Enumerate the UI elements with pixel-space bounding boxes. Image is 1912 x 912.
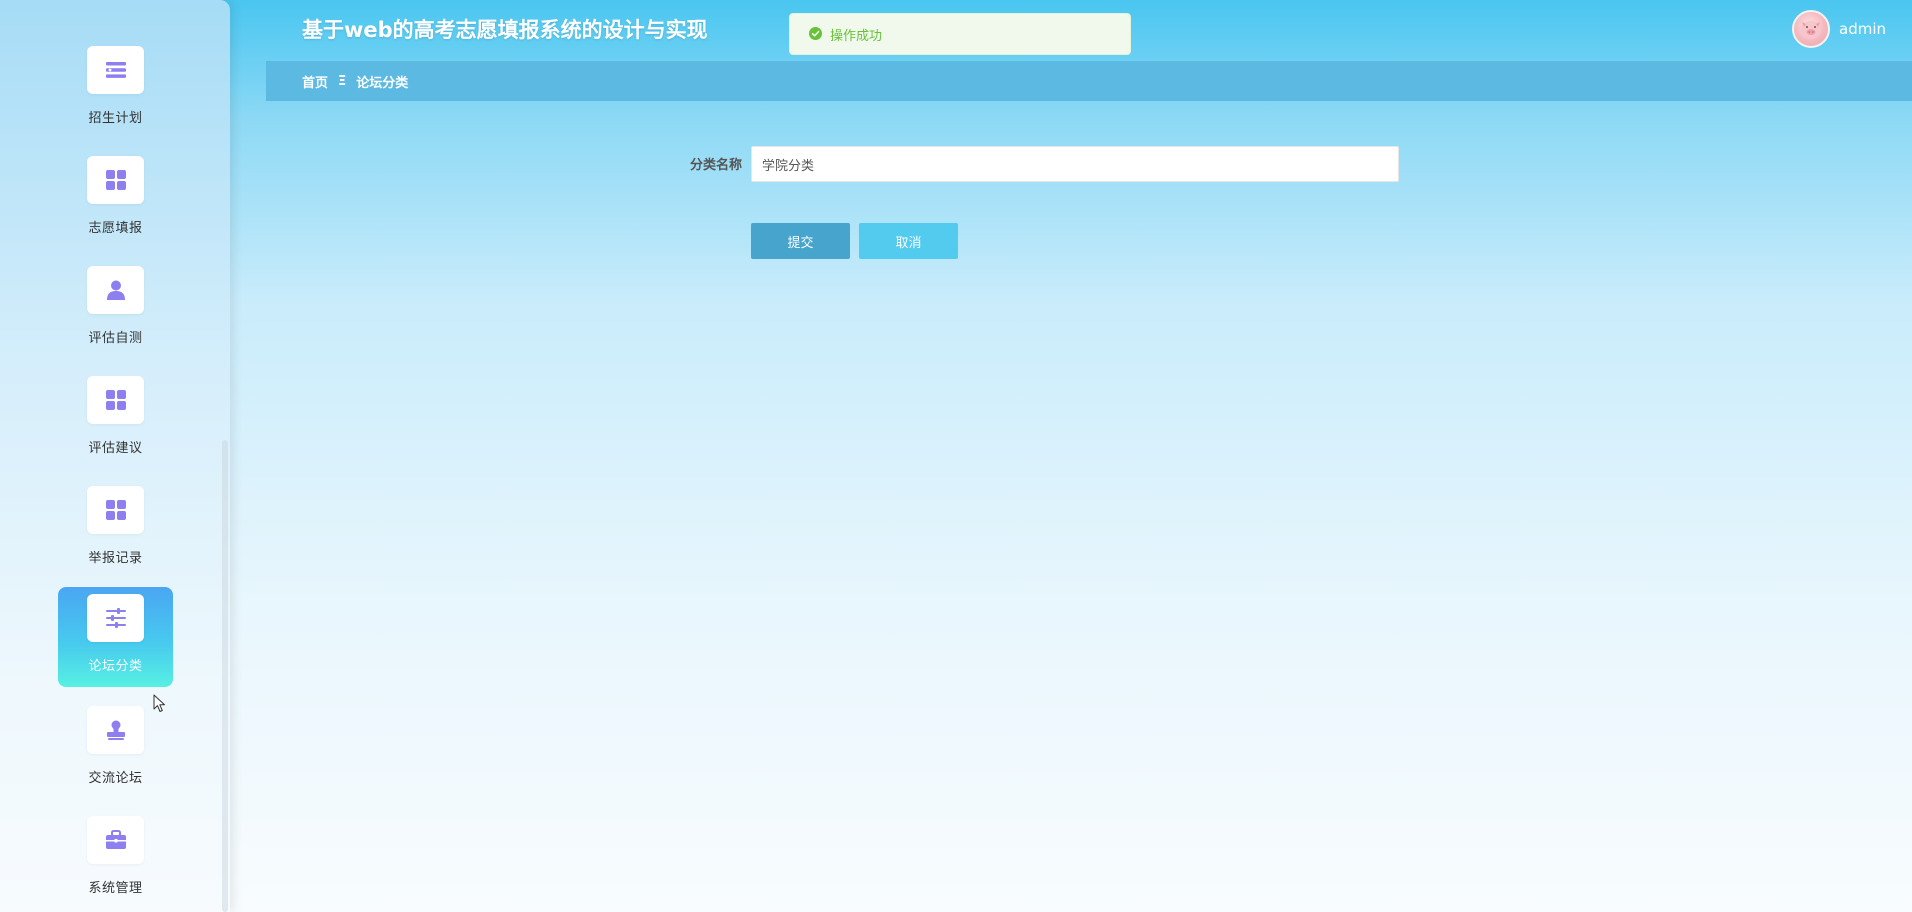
sidebar-scrollbar[interactable] xyxy=(222,440,228,912)
category-name-label: 分类名称 xyxy=(689,158,742,173)
sidebar: 招生计划 志愿填报 评估自测 评估建议 举报记录 论坛分类 交流论坛 系统管理 xyxy=(0,0,230,912)
breadcrumb-separator: Ξ xyxy=(338,73,347,89)
success-toast: 操作成功 xyxy=(789,13,1131,55)
user-menu[interactable]: admin xyxy=(1792,10,1886,48)
sidebar-item-label: 论坛分类 xyxy=(88,659,143,674)
check-circle-icon xyxy=(809,25,822,44)
app-title: 基于web的高考志愿填报系统的设计与实现 xyxy=(302,18,708,42)
grid-icon xyxy=(87,376,144,424)
cancel-button[interactable]: 取消 xyxy=(859,223,958,259)
breadcrumb-home[interactable]: 首页 xyxy=(302,72,328,91)
category-name-input[interactable] xyxy=(751,146,1399,182)
briefcase-icon xyxy=(87,816,144,864)
stamp-icon xyxy=(87,706,144,754)
sidebar-item-label: 系统管理 xyxy=(88,881,143,896)
sidebar-item-system-management[interactable]: 系统管理 xyxy=(58,809,173,909)
grid-icon xyxy=(87,486,144,534)
sidebar-item-report-records[interactable]: 举报记录 xyxy=(58,479,173,579)
sidebar-item-label: 交流论坛 xyxy=(88,771,143,786)
sliders-icon xyxy=(87,594,144,642)
sidebar-item-label: 举报记录 xyxy=(88,551,143,566)
sidebar-item-self-assessment[interactable]: 评估自测 xyxy=(58,259,173,359)
submit-button[interactable]: 提交 xyxy=(751,223,850,259)
pig-avatar-icon[interactable] xyxy=(1792,10,1830,48)
list-icon xyxy=(87,46,144,94)
sidebar-item-label: 招生计划 xyxy=(88,111,143,126)
username[interactable]: admin xyxy=(1839,20,1886,38)
sidebar-item-assessment-advice[interactable]: 评估建议 xyxy=(58,369,173,469)
toast-message: 操作成功 xyxy=(830,28,883,44)
sidebar-item-enrollment-plan[interactable]: 招生计划 xyxy=(58,39,173,139)
user-icon xyxy=(87,266,144,314)
sidebar-item-label: 志愿填报 xyxy=(88,221,143,236)
sidebar-item-application[interactable]: 志愿填报 xyxy=(58,149,173,249)
breadcrumb-current: 论坛分类 xyxy=(356,75,409,91)
sidebar-item-label: 评估建议 xyxy=(88,441,143,456)
sidebar-item-label: 评估自测 xyxy=(88,331,143,346)
breadcrumb: 首页 Ξ 论坛分类 xyxy=(266,61,1912,101)
mouse-cursor-icon xyxy=(153,694,167,718)
sidebar-item-forum-category[interactable]: 论坛分类 xyxy=(58,587,173,687)
grid-icon xyxy=(87,156,144,204)
